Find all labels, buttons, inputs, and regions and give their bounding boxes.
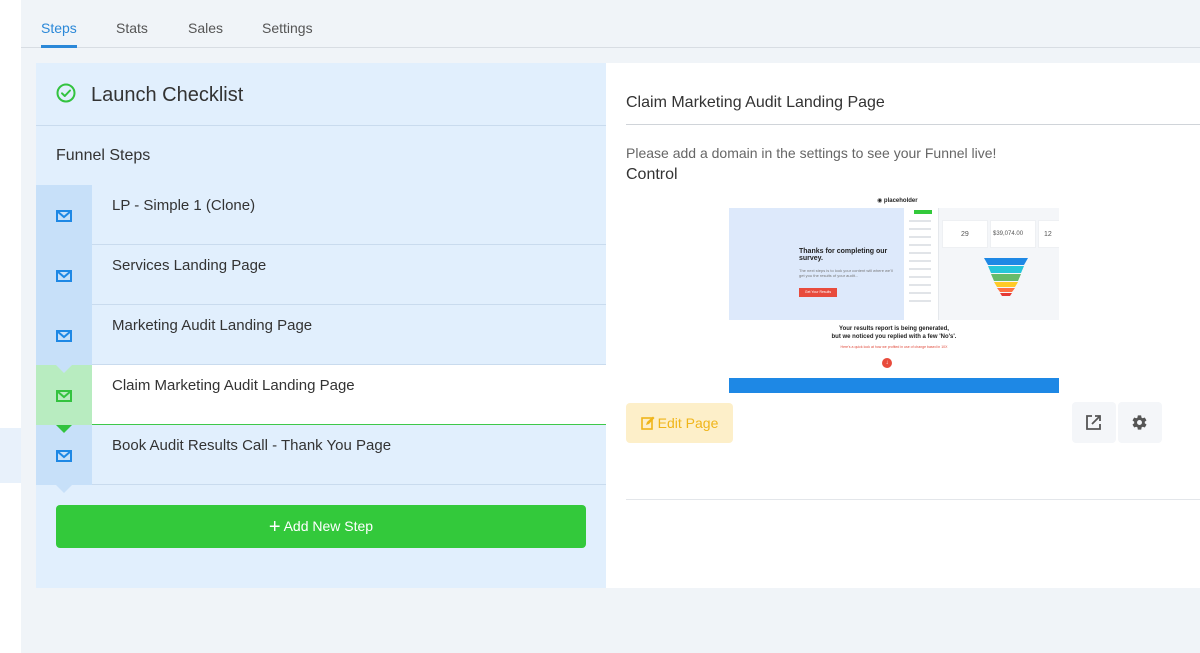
step-label: LP - Simple 1 (Clone)	[112, 197, 256, 214]
edit-icon	[640, 416, 655, 430]
funnel-steps-panel: Launch Checklist Funnel Steps LP - Simpl…	[36, 63, 606, 588]
external-link-icon	[1086, 415, 1101, 430]
open-page-button[interactable]	[1072, 402, 1116, 443]
step-icon-box	[36, 425, 92, 485]
preview-stat-value: 12	[1044, 231, 1052, 238]
tab-stats[interactable]: Stats	[116, 20, 148, 36]
step-icon-box	[36, 305, 92, 365]
divider	[626, 499, 1200, 500]
left-gutter	[0, 0, 21, 653]
step-label: Services Landing Page	[112, 257, 267, 274]
page-settings-button[interactable]	[1118, 402, 1162, 443]
step-icon-box	[36, 245, 92, 305]
envelope-icon	[56, 450, 72, 462]
envelope-icon	[56, 270, 72, 282]
step-connector	[56, 305, 72, 313]
preview-hero-left: Thanks for completing our survey. The ne…	[729, 208, 904, 320]
step-connector	[56, 425, 72, 433]
step-icon-box	[36, 185, 92, 245]
page-title: Claim Marketing Audit Landing Page	[626, 94, 885, 111]
gear-icon	[1132, 415, 1147, 430]
step-connector	[56, 365, 72, 373]
preview-stat-value: 29	[961, 231, 969, 238]
preview-sidebar-item	[909, 252, 931, 254]
page-preview-thumbnail[interactable]: ◉ placeholder Thanks for completing our …	[729, 193, 1059, 393]
preview-sidebar-item	[909, 292, 931, 294]
variant-label: Control	[626, 166, 678, 183]
step-detail-panel: Claim Marketing Audit Landing Page Pleas…	[606, 63, 1200, 588]
preview-hero-title: Thanks for completing our survey.	[799, 248, 888, 262]
edit-page-label: Edit Page	[657, 415, 719, 431]
preview-stat-card: $39,074.00	[990, 220, 1036, 248]
step-label: Book Audit Results Call - Thank You Page	[112, 437, 392, 454]
launch-checklist-header[interactable]: Launch Checklist	[36, 63, 606, 126]
tab-settings[interactable]: Settings	[262, 20, 313, 36]
gutter-highlight	[0, 428, 21, 483]
preview-hero-button: Get Your Results	[799, 288, 837, 297]
preview-stat-card: 12	[1038, 220, 1059, 248]
preview-sidebar-item	[909, 220, 931, 222]
checklist-title: Launch Checklist	[91, 84, 244, 106]
preview-sidebar	[904, 208, 939, 320]
step-connector	[56, 245, 72, 253]
divider	[626, 124, 1200, 125]
preview-report-text: Your results report is being generated, …	[729, 325, 1059, 341]
preview-sidebar-item	[909, 228, 931, 230]
check-circle-icon	[56, 83, 76, 103]
preview-funnel-graphic	[984, 258, 1028, 296]
preview-hero-sub: The next steps is to look your content w…	[799, 268, 893, 278]
domain-notice: Please add a domain in the settings to s…	[626, 145, 997, 161]
funnel-step-active[interactable]: Claim Marketing Audit Landing Page	[36, 365, 606, 433]
preview-sidebar-item	[909, 284, 931, 286]
preview-report-line: but we noticed you replied with a few 'N…	[831, 334, 957, 340]
envelope-icon	[56, 210, 72, 222]
preview-sidebar-item	[909, 276, 931, 278]
funnel-step[interactable]: Marketing Audit Landing Page	[36, 305, 606, 373]
step-label: Claim Marketing Audit Landing Page	[112, 377, 355, 394]
add-step-label: Add New Step	[283, 518, 374, 534]
funnel-step[interactable]: Services Landing Page	[36, 245, 606, 313]
preview-report-line: Your results report is being generated,	[839, 326, 949, 332]
preview-stat-value: $39,074.00	[993, 231, 1024, 237]
step-connector	[56, 485, 72, 493]
edit-page-button[interactable]: Edit Page	[626, 403, 733, 443]
preview-sidebar-item	[909, 260, 931, 262]
tab-steps[interactable]: Steps	[41, 20, 77, 36]
tab-bar: Steps Stats Sales Settings	[21, 0, 1200, 48]
preview-sidebar-item	[909, 300, 931, 302]
preview-blue-bar	[729, 378, 1059, 393]
funnel-step[interactable]: Book Audit Results Call - Thank You Page	[36, 425, 606, 493]
step-label: Marketing Audit Landing Page	[112, 317, 313, 334]
active-tab-indicator	[41, 45, 77, 48]
plus-icon: +	[268, 516, 281, 538]
preview-sidebar-item	[909, 244, 931, 246]
add-new-step-button[interactable]: + Add New Step	[56, 505, 586, 548]
preview-logo: ◉ placeholder	[877, 198, 918, 204]
envelope-icon	[56, 390, 72, 402]
preview-green-bar	[914, 210, 932, 214]
funnel-steps-label: Funnel Steps	[56, 147, 151, 164]
step-icon-box	[36, 365, 92, 425]
envelope-icon	[56, 330, 72, 342]
funnel-step[interactable]: LP - Simple 1 (Clone)	[36, 185, 606, 253]
preview-stat-card: 29	[942, 220, 988, 248]
preview-hero: Thanks for completing our survey. The ne…	[729, 208, 1059, 320]
preview-sidebar-item	[909, 268, 931, 270]
preview-report-note: Here's a quick look at how we profited i…	[840, 345, 948, 349]
preview-sidebar-item	[909, 236, 931, 238]
preview-logo-text: placeholder	[883, 198, 918, 204]
arrow-down-icon: ↓	[882, 358, 892, 368]
tab-sales[interactable]: Sales	[188, 20, 223, 36]
